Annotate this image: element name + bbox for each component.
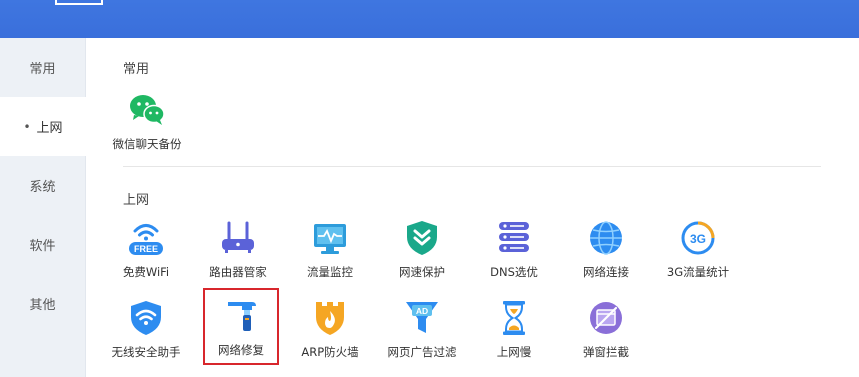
tool-label: 微信聊天备份 [112, 137, 182, 151]
tool-wireless-security[interactable]: 无线安全助手 [104, 299, 188, 367]
tool-label: 无线安全助手 [111, 345, 181, 359]
section-title-common: 常用 [123, 62, 150, 77]
sidebar-item-label: 上网 [36, 121, 63, 136]
header-bar [0, 0, 859, 38]
ad-badge-text: AD [416, 306, 428, 316]
sidebar-item-label: 软件 [29, 239, 56, 254]
sidebar-item-other[interactable]: 其他 [0, 274, 85, 333]
tool-label: 网络连接 [583, 265, 629, 279]
popup-block-icon [590, 302, 622, 334]
sidebar-item-common[interactable]: 常用 [0, 38, 85, 97]
monitor-icon [314, 224, 346, 254]
sidebar-item-internet[interactable]: • 上网 [0, 97, 86, 156]
tool-popup-block[interactable]: 弹窗拦截 [564, 299, 648, 367]
sidebar-item-label: 其他 [29, 298, 56, 313]
tool-free-wifi[interactable]: FREE 免费WiFi [104, 219, 188, 287]
sidebar-item-label: 常用 [29, 62, 56, 77]
server-icon [499, 222, 529, 252]
firewall-icon [316, 302, 344, 335]
repair-hammer-icon [228, 302, 256, 331]
tool-label: 3G流量统计 [666, 265, 730, 279]
tool-label: ARP防火墙 [301, 345, 359, 359]
logo-frame [55, 0, 103, 5]
tool-router-manager[interactable]: 路由器管家 [196, 219, 280, 287]
tool-wechat-backup[interactable]: 微信聊天备份 [105, 91, 189, 159]
tool-network-connection[interactable]: 网络连接 [564, 219, 648, 287]
sidebar-item-system[interactable]: 系统 [0, 156, 85, 215]
tool-label: 路由器管家 [209, 265, 267, 279]
free-badge-text: FREE [134, 244, 158, 254]
tool-label: 网速保护 [399, 265, 445, 279]
sidebar: 常用 • 上网 系统 软件 其他 [0, 38, 86, 377]
active-bullet: • [23, 119, 31, 134]
sidebar-item-software[interactable]: 软件 [0, 215, 85, 274]
section-title-internet: 上网 [123, 193, 150, 208]
3g-badge-text: 3G [690, 232, 706, 246]
ad-filter-icon: AD [406, 302, 438, 333]
tool-label: 网络修复 [218, 343, 264, 357]
tool-label: 弹窗拦截 [583, 345, 629, 359]
3g-icon: 3G [681, 221, 715, 255]
free-wifi-icon: FREE [129, 224, 163, 255]
tool-ad-filter[interactable]: AD 网页广告过滤 [380, 299, 464, 367]
router-icon [222, 221, 254, 253]
hourglass-icon [503, 301, 525, 335]
tool-label: 网页广告过滤 [387, 345, 457, 359]
wechat-icon [130, 95, 165, 125]
sidebar-item-label: 系统 [29, 180, 56, 195]
tool-arp-firewall[interactable]: ARP防火墙 [288, 299, 372, 367]
tool-label: DNS选优 [490, 265, 538, 279]
section-divider [123, 166, 821, 167]
tool-slow-internet[interactable]: 上网慢 [472, 299, 556, 367]
tool-label: 免费WiFi [122, 265, 170, 279]
wifi-shield-icon [131, 301, 161, 335]
tool-label: 流量监控 [307, 265, 353, 279]
globe-icon [590, 221, 622, 255]
shield-icon [407, 221, 437, 255]
tool-network-repair[interactable]: 网络修复 [203, 288, 279, 365]
tool-speed-protect[interactable]: 网速保护 [380, 219, 464, 287]
tool-label: 上网慢 [496, 345, 532, 359]
tool-dns-optimize[interactable]: DNS选优 [472, 219, 556, 287]
tool-3g-traffic[interactable]: 3G 3G流量统计 [656, 219, 740, 287]
tool-traffic-monitor[interactable]: 流量监控 [288, 219, 372, 287]
